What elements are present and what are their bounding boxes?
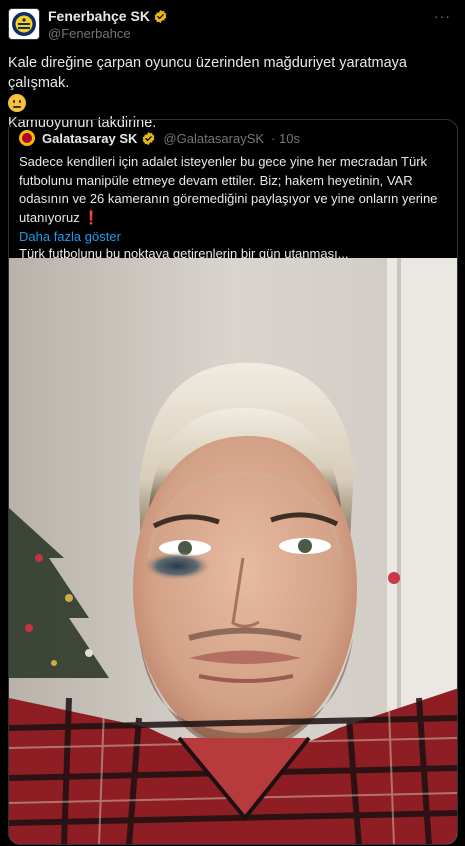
quoted-time: · 10s <box>271 130 300 146</box>
author-name[interactable]: Fenerbahçe SK <box>48 8 150 24</box>
fenerbahce-crest-icon <box>12 12 36 36</box>
exclamation-emoji-icon: ❗ <box>83 209 100 225</box>
quoted-author-handle: @GalatasaraySK <box>163 130 265 146</box>
author-avatar[interactable] <box>8 8 40 40</box>
verified-badge-icon[interactable] <box>153 9 168 24</box>
quoted-tweet-header: Galatasaray SK @GalatasaraySK · 10s <box>19 130 300 146</box>
verified-badge-icon <box>142 131 155 145</box>
quoted-tweet-text: Sadece kendileri için adalet isteyenler … <box>19 153 449 264</box>
more-options-button[interactable]: ··· <box>434 8 451 24</box>
quoted-author-name: Galatasaray SK <box>42 130 138 146</box>
tweet: Fenerbahçe SK @Fenerbahce ··· Kale direğ… <box>0 0 465 846</box>
quoted-paragraph-1: Sadece kendileri için adalet isteyenler … <box>19 153 449 227</box>
author-info: Fenerbahçe SK @Fenerbahce <box>48 8 168 41</box>
galatasaray-crest-icon <box>19 130 35 146</box>
author-handle[interactable]: @Fenerbahce <box>48 26 168 41</box>
show-more-link[interactable]: Daha fazla göster <box>19 229 121 244</box>
tweet-text-line1: Kale direğine çarpan oyuncu üzerinden ma… <box>8 55 407 91</box>
quoted-tweet[interactable]: Galatasaray SK @GalatasaraySK · 10s Sade… <box>8 119 458 845</box>
quoted-paragraph-1-text: Sadece kendileri için adalet isteyenler … <box>19 154 438 225</box>
quoted-tweet-photo[interactable] <box>9 258 458 845</box>
face-emoji-icon <box>8 93 458 113</box>
